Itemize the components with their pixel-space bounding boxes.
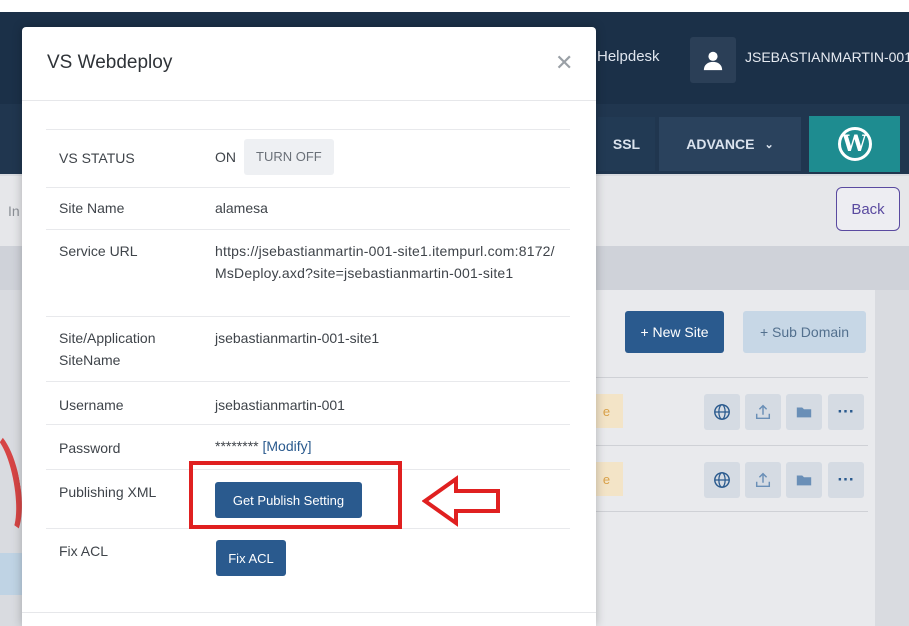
row-username: Username jsebastianmartin-001 [46,382,570,425]
site-name-label: Site Name [59,200,125,216]
upload-icon[interactable] [745,462,781,498]
back-button[interactable]: Back [836,187,900,231]
user-icon [703,51,723,71]
vs-webdeploy-modal: VS Webdeploy ✕ VS STATUS ON TURN OFF Site… [22,27,596,626]
left-text-fragment: In [8,203,20,219]
nav-ssl[interactable]: SSL [598,117,655,171]
account-username[interactable]: JSEBASTIANMARTIN-001 [745,49,909,65]
globe-icon[interactable] [704,394,740,430]
row-fix-acl: Fix ACL [46,529,570,589]
partial-left-panel [0,553,22,595]
upload-icon[interactable] [745,394,781,430]
vs-status-on: ON [215,149,236,165]
turn-off-button[interactable]: TURN OFF [244,139,334,175]
password-mask: ******** [215,438,259,454]
username-label: Username [59,397,124,413]
more-icon[interactable]: ··· [828,462,864,498]
top-strip [0,0,909,12]
modal-title: VS Webdeploy [47,52,173,73]
globe-icon[interactable] [704,462,740,498]
vs-status-value: ON TURN OFF [215,139,334,175]
more-icon[interactable]: ··· [828,394,864,430]
nav-advance[interactable]: ADVANCE ⌄ [659,117,801,171]
password-label: Password [59,440,121,456]
publishing-xml-label: Publishing XML [59,484,157,500]
chevron-down-icon: ⌄ [764,138,774,151]
site-application-label: Site/Application SiteName [59,330,156,368]
row-divider [590,445,868,446]
modify-password-link[interactable]: [Modify] [262,438,311,454]
username-value: jsebastianmartin-001 [215,397,345,413]
service-url-label: Service URL [59,243,138,259]
modal-footer-divider [22,612,596,613]
password-value: ******** [Modify] [215,435,312,457]
folder-icon[interactable] [786,394,822,430]
folder-icon[interactable] [786,462,822,498]
fix-acl-button[interactable]: Fix ACL [216,540,286,576]
row-service-url: Service URL https://jsebastianmartin-001… [46,230,570,317]
close-icon[interactable]: ✕ [555,50,573,76]
modal-header: VS Webdeploy ✕ [22,27,596,101]
wordpress-icon: W [837,127,872,161]
user-avatar[interactable] [690,37,736,83]
site-application-value: jsebastianmartin-001-site1 [215,330,380,346]
helpdesk-link[interactable]: Helpdesk [597,48,660,65]
nav-advance-label: ADVANCE [686,136,755,152]
sub-domain-button[interactable]: + Sub Domain [743,311,866,353]
fix-acl-label: Fix ACL [59,543,109,559]
row-site-name: Site Name alamesa [46,187,570,230]
nav-wordpress[interactable]: W [809,116,900,172]
new-site-button[interactable]: + New Site [625,311,724,353]
row-site-application: Site/Application SiteName jsebastianmart… [46,317,570,382]
service-url-value: https://jsebastianmartin-001-site1.itemp… [215,243,555,281]
row-divider [590,511,868,512]
vs-status-label: VS STATUS [59,150,135,166]
row-vs-status: VS STATUS ON TURN OFF [46,129,570,188]
highlight-rectangle [189,461,402,529]
row-divider [590,377,868,378]
site-name-value: alamesa [215,200,268,216]
left-arrow-icon [422,475,500,527]
